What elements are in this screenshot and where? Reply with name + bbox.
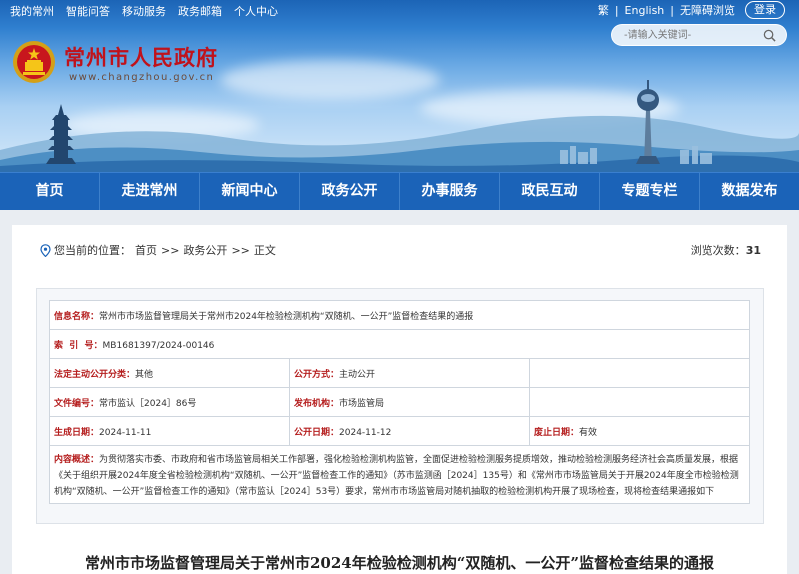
nav-special-topics[interactable]: 专题专栏 — [600, 173, 700, 210]
nav-home[interactable]: 首页 — [0, 173, 100, 210]
accessibility-link[interactable]: 无障碍浏览 — [680, 2, 735, 18]
divider: | — [614, 3, 619, 17]
national-emblem-logo — [13, 41, 55, 83]
category-label: 法定主动公开分类： — [54, 369, 136, 380]
article-title: 常州市市场监督管理局关于常州市2024年检验检测机构“双随机、一公开”监督检查结… — [84, 554, 714, 572]
document-metadata: 信息名称：常州市市场监督管理局关于常州市2024年检验检测机构“双随机、一公开”… — [36, 288, 764, 524]
publisher-label: 发布机构： — [294, 398, 340, 409]
doc-no-cell: 文件编号：常市监认［2024］86号 — [49, 387, 290, 417]
created-value: 2024-11-11 — [99, 427, 152, 438]
search-input[interactable] — [624, 27, 754, 43]
public-date-label: 公开日期： — [294, 427, 340, 438]
nav-services[interactable]: 办事服务 — [400, 173, 500, 210]
view-count-value: 31 — [745, 244, 761, 257]
info-name-cell: 信息名称：常州市市场监督管理局关于常州市2024年检验检测机构“双随机、一公开”… — [49, 300, 750, 330]
top-links: 我的常州 智能问答 移动服务 政务邮箱 个人中心 — [10, 3, 290, 19]
content-card: 您当前的位置： 首页 >> 政务公开 >> 正文 浏览次数：31 信息名称：常州… — [12, 225, 787, 574]
search-box — [611, 24, 787, 46]
empty-cell — [529, 387, 750, 417]
info-name-label: 信息名称： — [54, 311, 100, 322]
summary-value: 为贯彻落实市委、市政府和省市场监管局相关工作部署，强化检验检测机构监管，全面促进… — [54, 454, 739, 497]
top-bar: 我的常州 智能问答 移动服务 政务邮箱 个人中心 繁 | English | 无… — [0, 0, 799, 22]
public-date-cell: 公开日期：2024-11-12 — [289, 416, 530, 446]
breadcrumb: 您当前的位置： 首页 >> 政务公开 >> 正文 — [40, 242, 280, 258]
public-date-value: 2024-11-12 — [339, 427, 392, 438]
top-right-tools: 繁 | English | 无障碍浏览 登录 — [598, 1, 785, 19]
nav-news-center[interactable]: 新闻中心 — [200, 173, 300, 210]
expire-value: 有效 — [579, 427, 598, 438]
nav-data-release[interactable]: 数据发布 — [700, 173, 799, 210]
nav-about-changzhou[interactable]: 走进常州 — [100, 173, 200, 210]
nav-gov-affairs[interactable]: 政务公开 — [300, 173, 400, 210]
info-name-value: 常州市市场监督管理局关于常州市2024年检验检测机构“双随机、一公开”监督检查结… — [99, 311, 474, 322]
summary-label: 内容概述： — [54, 454, 100, 465]
index-value: MB1681397/2024-00146 — [102, 340, 215, 351]
nav-interaction[interactable]: 政民互动 — [500, 173, 600, 210]
created-cell: 生成日期：2024-11-11 — [49, 416, 290, 446]
method-value: 主动公开 — [339, 369, 376, 380]
main-nav: 首页 走进常州 新闻中心 政务公开 办事服务 政民互动 专题专栏 数据发布 — [0, 172, 799, 210]
category-cell: 法定主动公开分类：其他 — [49, 358, 290, 388]
table-row: 文件编号：常市监认［2024］86号 发布机构：市场监管局 — [49, 387, 750, 417]
created-label: 生成日期： — [54, 427, 100, 438]
mobile-service-link[interactable]: 移动服务 — [122, 3, 166, 19]
metadata-table: 信息名称：常州市市场监督管理局关于常州市2024年检验检测机构“双随机、一公开”… — [49, 300, 750, 504]
empty-cell — [529, 358, 750, 388]
view-count-label: 浏览次数： — [690, 244, 746, 257]
personal-center-link[interactable]: 个人中心 — [234, 3, 278, 19]
publisher-value: 市场监管局 — [339, 398, 385, 409]
breadcrumb-separator: >> — [231, 243, 250, 257]
table-row: 法定主动公开分类：其他 公开方式：主动公开 — [49, 358, 750, 388]
my-changzhou-link[interactable]: 我的常州 — [10, 3, 54, 19]
divider: | — [670, 3, 674, 17]
table-row: 内容概述：为贯彻落实市委、市政府和省市场监管局相关工作部署，强化检验检测机构监管… — [49, 445, 750, 504]
publisher-cell: 发布机构：市场监管局 — [289, 387, 530, 417]
site-url: www.changzhou.gov.cn — [69, 72, 215, 83]
view-count: 浏览次数：31 — [691, 242, 761, 258]
expire-cell: 废止日期：有效 — [529, 416, 750, 446]
breadcrumb-home[interactable]: 首页 — [135, 242, 157, 258]
index-label: 索 引 号： — [54, 340, 103, 351]
breadcrumb-separator: >> — [161, 243, 180, 257]
search-icon[interactable] — [763, 29, 776, 42]
doc-no-label: 文件编号： — [54, 398, 100, 409]
table-row: 索 引 号：MB1681397/2024-00146 — [49, 329, 750, 359]
method-cell: 公开方式：主动公开 — [289, 358, 530, 388]
location-pin-icon — [40, 243, 51, 257]
breadcrumb-current: 正文 — [253, 244, 276, 257]
table-row: 生成日期：2024-11-11 公开日期：2024-11-12 废止日期：有效 — [49, 416, 750, 446]
breadcrumb-label: 您当前的位置： — [54, 244, 131, 257]
method-label: 公开方式： — [294, 369, 340, 380]
breadcrumb-gov-affairs[interactable]: 政务公开 — [183, 242, 227, 258]
gov-mailbox-link[interactable]: 政务邮箱 — [178, 3, 222, 19]
site-name[interactable]: 常州市人民政府 — [64, 42, 218, 72]
smart-qa-link[interactable]: 智能问答 — [66, 3, 110, 19]
doc-no-value: 常市监认［2024］86号 — [99, 398, 197, 409]
english-link[interactable]: English — [625, 4, 665, 17]
summary-cell: 内容概述：为贯彻落实市委、市政府和省市场监管局相关工作部署，强化检验检测机构监管… — [49, 445, 750, 504]
table-row: 信息名称：常州市市场监督管理局关于常州市2024年检验检测机构“双随机、一公开”… — [49, 300, 750, 330]
index-cell: 索 引 号：MB1681397/2024-00146 — [49, 329, 750, 359]
category-value: 其他 — [135, 369, 154, 380]
traditional-chinese-link[interactable]: 繁 — [598, 2, 609, 18]
expire-label: 废止日期： — [534, 427, 580, 438]
login-button[interactable]: 登录 — [745, 1, 785, 19]
